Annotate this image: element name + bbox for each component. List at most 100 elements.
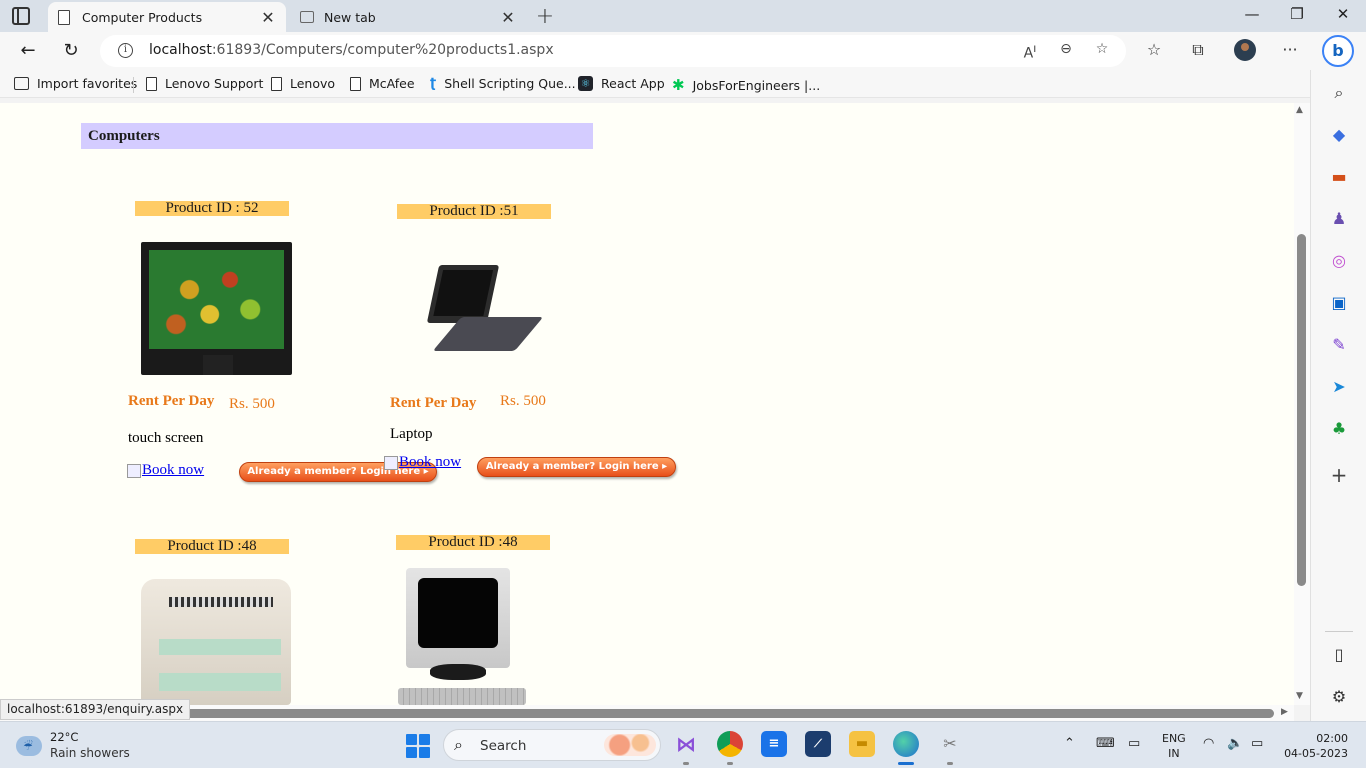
- product-description: Laptop: [390, 426, 433, 442]
- jobs-icon: ✱: [672, 76, 685, 94]
- profile-avatar[interactable]: [1234, 39, 1256, 61]
- hide-sidebar-icon[interactable]: ▯: [1327, 643, 1351, 667]
- tools-icon[interactable]: ▬: [1327, 165, 1351, 189]
- url-text[interactable]: localhost:61893/Computers/computer%20pro…: [149, 42, 554, 58]
- add-favorite-icon[interactable]: ☆: [1092, 41, 1112, 57]
- tab-title: New tab: [324, 9, 376, 25]
- close-tab-icon[interactable]: ✕: [260, 8, 276, 27]
- language-indicator[interactable]: ENG IN: [1162, 731, 1186, 761]
- chrome-icon[interactable]: [717, 731, 743, 765]
- rent-value: Rs. 500: [500, 393, 546, 409]
- wifi-icon[interactable]: ◠: [1203, 736, 1214, 751]
- notepad-icon[interactable]: ≡: [761, 731, 787, 757]
- tab-new-tab[interactable]: New tab ✕: [290, 2, 526, 32]
- weather-widget[interactable]: 22°C Rain showers: [16, 730, 130, 760]
- link-status-url: localhost:61893/enquiry.aspx: [0, 699, 191, 720]
- book-now-link[interactable]: Book now: [127, 462, 204, 479]
- fav-jobsforengineers[interactable]: ✱ JobsForEngineers |...: [672, 76, 820, 94]
- sql-server-icon[interactable]: ⟋: [805, 731, 831, 757]
- fav-mcafee[interactable]: McAfee: [350, 76, 415, 91]
- horizontal-scroll-thumb[interactable]: [4, 709, 1274, 718]
- taskbar-search[interactable]: ⌕ Search: [443, 729, 661, 761]
- file-explorer-icon[interactable]: ▬: [849, 731, 875, 757]
- address-bar[interactable]: i localhost:61893/Computers/computer%20p…: [100, 35, 1126, 67]
- fav-lenovo-support[interactable]: Lenovo Support: [146, 76, 263, 91]
- more-menu-icon[interactable]: ···: [1278, 40, 1302, 59]
- tab-title: Computer Products: [82, 9, 203, 25]
- favorites-bar: Import favorites Lenovo Support Lenovo M…: [0, 70, 1310, 98]
- login-button[interactable]: Already a member? Login here ▸: [477, 457, 676, 477]
- rent-per-day-label: Rent Per Day: [390, 395, 477, 411]
- fav-react-app[interactable]: ⚛ React App: [578, 76, 665, 91]
- browser-toolbar: ← ↻ i localhost:61893/Computers/computer…: [0, 32, 1366, 70]
- weather-temperature: 22°C: [50, 730, 79, 744]
- battery-icon[interactable]: ▭: [1251, 736, 1263, 751]
- new-tab-page-icon: [300, 11, 314, 23]
- zoom-icon[interactable]: ⊖: [1056, 41, 1076, 57]
- tab-actions-icon[interactable]: [12, 7, 30, 25]
- windows-taskbar: 22°C Rain showers ⌕ Search ⋈ ≡ ⟋ ▬ ✂ ⌃ ⌨…: [0, 721, 1366, 768]
- favorites-separator: [133, 77, 134, 93]
- refresh-button[interactable]: ↻: [58, 38, 84, 64]
- scroll-down-arrow-icon[interactable]: ▼: [1296, 691, 1303, 701]
- scroll-up-arrow-icon[interactable]: ▲: [1296, 105, 1303, 115]
- favorites-icon[interactable]: ☆: [1142, 40, 1166, 59]
- product-description: touch screen: [128, 430, 204, 446]
- minimize-button[interactable]: —: [1232, 5, 1272, 23]
- horizontal-scrollbar[interactable]: ▶: [0, 705, 1294, 721]
- close-tab-icon[interactable]: ✕: [500, 8, 516, 27]
- search-label: Search: [480, 738, 527, 754]
- send-icon[interactable]: ➤: [1327, 375, 1351, 399]
- read-aloud-icon[interactable]: Aı: [1020, 41, 1040, 62]
- weather-condition: Rain showers: [50, 746, 130, 760]
- collections-icon[interactable]: ⧉: [1186, 40, 1210, 60]
- book-now-link[interactable]: Book now: [384, 454, 461, 471]
- close-window-button[interactable]: ✕: [1323, 5, 1363, 23]
- touchpad-icon[interactable]: ▭: [1128, 736, 1140, 751]
- bing-chat-icon[interactable]: b: [1322, 35, 1354, 67]
- page-icon: [350, 76, 361, 91]
- search-highlight-image: [604, 734, 656, 756]
- snipping-tool-icon[interactable]: ✂: [937, 731, 963, 765]
- restore-button[interactable]: ❐: [1277, 5, 1317, 23]
- fav-import-favorites[interactable]: Import favorites: [14, 76, 137, 91]
- fav-lenovo[interactable]: Lenovo: [271, 76, 335, 91]
- site-info-icon[interactable]: i: [118, 43, 133, 58]
- tab-computer-products[interactable]: Computer Products ✕: [48, 2, 286, 32]
- show-hidden-icons-chevron-icon[interactable]: ⌃: [1064, 736, 1075, 751]
- printer-image: [141, 579, 291, 705]
- crt-stand: [430, 664, 486, 680]
- designer-icon[interactable]: ✎: [1327, 333, 1351, 357]
- shopping-icon[interactable]: ◆: [1327, 123, 1351, 147]
- add-sidebar-app-icon[interactable]: +: [1327, 463, 1351, 487]
- page-icon: [271, 76, 282, 91]
- search-icon[interactable]: ⌕: [1327, 81, 1351, 105]
- outlook-icon[interactable]: ▣: [1327, 291, 1351, 315]
- lcd-monitor-image: [141, 242, 292, 375]
- visual-studio-icon[interactable]: ⋈: [673, 731, 699, 765]
- search-icon: ⌕: [454, 735, 463, 754]
- rain-cloud-icon: [16, 736, 42, 756]
- start-button[interactable]: [406, 734, 430, 758]
- fav-shell-scripting[interactable]: ʈ Shell Scripting Que...: [430, 76, 576, 91]
- keyboard-icon[interactable]: ⌨: [1096, 736, 1115, 751]
- laptop-image: [425, 265, 544, 355]
- settings-gear-icon[interactable]: ⚙: [1327, 685, 1351, 709]
- vertical-scroll-thumb[interactable]: [1297, 234, 1306, 586]
- tree-icon[interactable]: ♣: [1327, 417, 1351, 441]
- react-icon: ⚛: [578, 76, 593, 91]
- edge-sidebar: ⌕ ◆ ▬ ♟ ◎ ▣ ✎ ➤ ♣ + ▯ ⚙: [1310, 70, 1366, 726]
- edge-icon[interactable]: [893, 731, 919, 765]
- volume-icon[interactable]: 🔈: [1227, 736, 1243, 751]
- tab-strip: Computer Products ✕ New tab ✕ + — ❐ ✕: [0, 0, 1366, 32]
- office-icon[interactable]: ◎: [1327, 249, 1351, 273]
- scroll-right-arrow-icon[interactable]: ▶: [1281, 707, 1288, 717]
- back-button[interactable]: ←: [15, 38, 41, 64]
- vertical-scrollbar[interactable]: ▲ ▼: [1294, 103, 1310, 705]
- games-icon[interactable]: ♟: [1327, 207, 1351, 231]
- rent-per-day-label: Rent Per Day: [128, 393, 215, 409]
- import-icon: [14, 77, 29, 90]
- page-icon: [58, 9, 70, 25]
- new-tab-button[interactable]: +: [534, 4, 556, 29]
- system-clock[interactable]: 02:00 04-05-2023: [1284, 731, 1348, 761]
